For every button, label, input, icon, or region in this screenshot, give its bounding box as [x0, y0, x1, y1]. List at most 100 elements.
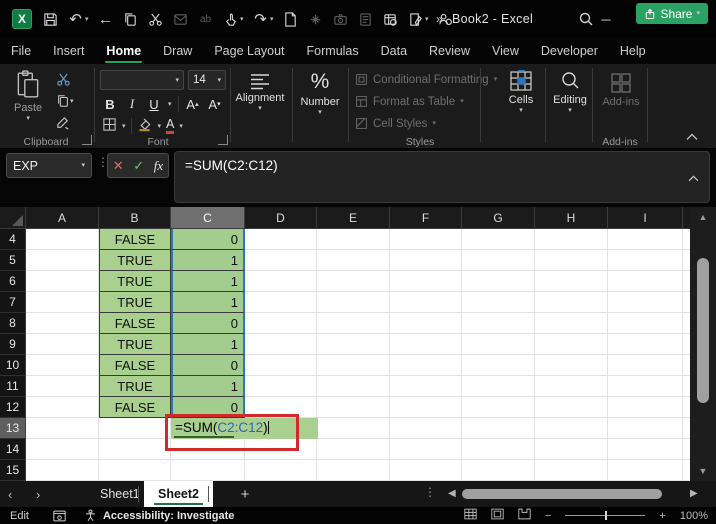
- cell-B14[interactable]: [99, 439, 171, 460]
- row-header-11[interactable]: 11: [0, 376, 26, 397]
- cell-H5[interactable]: [535, 250, 608, 271]
- cell-E9[interactable]: [317, 334, 390, 355]
- format-painter-button[interactable]: [56, 116, 71, 134]
- column-header-A[interactable]: A: [26, 207, 99, 229]
- font-color-chevron-icon[interactable]: ▾: [179, 123, 183, 130]
- cell-B5[interactable]: TRUE: [99, 250, 171, 271]
- row-header-12[interactable]: 12: [0, 397, 26, 418]
- cell-H6[interactable]: [535, 271, 608, 292]
- new-sheet-button[interactable]: +: [232, 481, 258, 507]
- cells-button[interactable]: Cells ▾: [498, 70, 544, 114]
- cell-H10[interactable]: [535, 355, 608, 376]
- sheet-tab-sheet2[interactable]: Sheet2: [144, 481, 213, 507]
- cell-I14[interactable]: [608, 439, 683, 460]
- cell-E5[interactable]: [317, 250, 390, 271]
- row-header-7[interactable]: 7: [0, 292, 26, 313]
- cell-A4[interactable]: [26, 229, 99, 250]
- cell-B7[interactable]: TRUE: [99, 292, 171, 313]
- cell-G6[interactable]: [462, 271, 535, 292]
- column-header-D[interactable]: D: [245, 207, 317, 229]
- cancel-formula-icon[interactable]: ✕: [113, 158, 124, 174]
- editing-button[interactable]: Editing ▾: [548, 70, 592, 114]
- ribbon-tab-review[interactable]: Review: [418, 38, 481, 64]
- cell-C5[interactable]: 1: [171, 250, 245, 271]
- clipboard-dialog-launcher-icon[interactable]: [82, 135, 92, 145]
- collapse-formula-bar-icon[interactable]: [688, 170, 699, 185]
- cell-D15[interactable]: [245, 460, 317, 481]
- cell-D11[interactable]: [245, 376, 317, 397]
- cell-I10[interactable]: [608, 355, 683, 376]
- cell-I8[interactable]: [608, 313, 683, 334]
- cell-B9[interactable]: TRUE: [99, 334, 171, 355]
- cell-F4[interactable]: [390, 229, 462, 250]
- cell-E15[interactable]: [317, 460, 390, 481]
- copy-button[interactable]: ▾: [56, 94, 74, 108]
- cell-D7[interactable]: [245, 292, 317, 313]
- cell-E13[interactable]: [317, 418, 390, 439]
- column-header-C[interactable]: C: [171, 207, 245, 229]
- row-header-8[interactable]: 8: [0, 313, 26, 334]
- ribbon-tab-formulas[interactable]: Formulas: [296, 38, 370, 64]
- accessibility-icon[interactable]: [84, 509, 97, 522]
- column-header-I[interactable]: I: [608, 207, 683, 229]
- cell-G8[interactable]: [462, 313, 535, 334]
- cell-C8[interactable]: 0: [171, 313, 245, 334]
- paste-button[interactable]: Paste ▾: [14, 70, 42, 122]
- font-name-combo[interactable]: ▾: [100, 70, 184, 90]
- row-header-5[interactable]: 5: [0, 250, 26, 271]
- cell-F7[interactable]: [390, 292, 462, 313]
- cell-G15[interactable]: [462, 460, 535, 481]
- cell-H4[interactable]: [535, 229, 608, 250]
- cell-G13[interactable]: [462, 418, 535, 439]
- cell-H11[interactable]: [535, 376, 608, 397]
- cell-C6[interactable]: 1: [171, 271, 245, 292]
- formula-input[interactable]: =SUM(C2:C12): [174, 151, 710, 203]
- cell-I6[interactable]: [608, 271, 683, 292]
- vertical-scroll-thumb[interactable]: [697, 258, 709, 403]
- name-box[interactable]: EXP ▾: [6, 153, 92, 178]
- cell-H8[interactable]: [535, 313, 608, 334]
- borders-button[interactable]: [102, 117, 117, 135]
- page-break-view-icon[interactable]: [518, 508, 531, 523]
- cell-B10[interactable]: FALSE: [99, 355, 171, 376]
- form-tool-chevron-icon[interactable]: ▾: [425, 15, 433, 23]
- font-size-combo[interactable]: 14 ▾: [188, 70, 226, 90]
- insert-function-icon[interactable]: fx: [154, 158, 163, 174]
- cell-C7[interactable]: 1: [171, 292, 245, 313]
- cell-I9[interactable]: [608, 334, 683, 355]
- ribbon-tab-page-layout[interactable]: Page Layout: [203, 38, 295, 64]
- cell-D6[interactable]: [245, 271, 317, 292]
- cell-E6[interactable]: [317, 271, 390, 292]
- cell-F6[interactable]: [390, 271, 462, 292]
- cell-E8[interactable]: [317, 313, 390, 334]
- row-header-6[interactable]: 6: [0, 271, 26, 292]
- macro-record-icon[interactable]: [53, 510, 66, 522]
- column-header-E[interactable]: E: [317, 207, 390, 229]
- cell-D8[interactable]: [245, 313, 317, 334]
- cell-B11[interactable]: TRUE: [99, 376, 171, 397]
- alignment-button[interactable]: Alignment ▾: [232, 72, 288, 112]
- decrease-font-button[interactable]: A ▾: [207, 95, 223, 113]
- cell-B13[interactable]: [99, 418, 171, 439]
- cell-H12[interactable]: [535, 397, 608, 418]
- cell-B12[interactable]: FALSE: [99, 397, 171, 418]
- cell-A6[interactable]: [26, 271, 99, 292]
- column-header-B[interactable]: B: [99, 207, 171, 229]
- sheet-tab-sheet1[interactable]: Sheet1: [88, 481, 152, 507]
- bold-button[interactable]: B: [102, 95, 118, 113]
- cell-C4[interactable]: 0: [171, 229, 245, 250]
- column-header-G[interactable]: G: [462, 207, 535, 229]
- ribbon-tab-draw[interactable]: Draw: [152, 38, 203, 64]
- cell-A12[interactable]: [26, 397, 99, 418]
- cell-G9[interactable]: [462, 334, 535, 355]
- underline-button[interactable]: U: [146, 95, 162, 113]
- cell-B4[interactable]: FALSE: [99, 229, 171, 250]
- enter-formula-icon[interactable]: ✓: [133, 158, 144, 174]
- cell-A14[interactable]: [26, 439, 99, 460]
- ribbon-tab-view[interactable]: View: [481, 38, 530, 64]
- ribbon-tab-file[interactable]: File: [0, 38, 42, 64]
- ribbon-tab-insert[interactable]: Insert: [42, 38, 95, 64]
- ribbon-tab-home[interactable]: Home: [95, 38, 152, 64]
- cell-E7[interactable]: [317, 292, 390, 313]
- cell-F14[interactable]: [390, 439, 462, 460]
